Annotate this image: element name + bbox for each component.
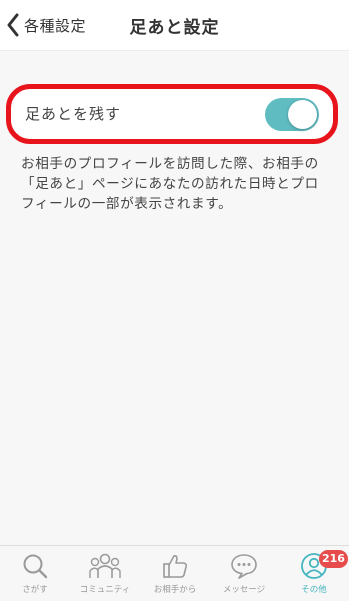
tab-message-label: メッセージ [222, 585, 266, 595]
community-icon [89, 553, 121, 578]
page-title: 足あと設定 [129, 18, 220, 38]
message-icon [231, 554, 257, 579]
search-icon [23, 554, 48, 579]
toggle-knob [288, 100, 317, 129]
footprint-setting-row: 足あとを残す [6, 84, 338, 144]
thumbs-up-icon [163, 555, 188, 578]
notification-badge: 216 [319, 550, 348, 568]
tab-search-label: さがす [22, 585, 48, 595]
footprint-toggle[interactable] [265, 98, 319, 131]
tab-from-partner[interactable]: お相手から [140, 552, 210, 598]
settings-content: 足あとを残す お相手のプロフィールを訪問した際、お相手の「足あと」ページにあなた… [0, 51, 349, 545]
navigation-bar: 各種設定 足あと設定 [0, 0, 349, 51]
tab-community-label: コミュニティ [79, 585, 131, 595]
tab-other[interactable]: 216 その他 [279, 550, 349, 598]
tab-community[interactable]: コミュニティ [70, 552, 140, 598]
tab-message[interactable]: メッセージ [209, 552, 279, 598]
tab-search[interactable]: さがす [0, 552, 70, 598]
tab-bar: さがす コミュニティ お相手から メッセージ 216 その他 [0, 545, 349, 601]
footprint-description: お相手のプロフィールを訪問した際、お相手の「足あと」ページにあなたの訪れた日時と… [21, 156, 319, 212]
tab-other-label: その他 [301, 585, 327, 595]
footprint-setting-label: 足あとを残す [25, 105, 122, 123]
tab-from-partner-label: お相手から [153, 585, 197, 595]
